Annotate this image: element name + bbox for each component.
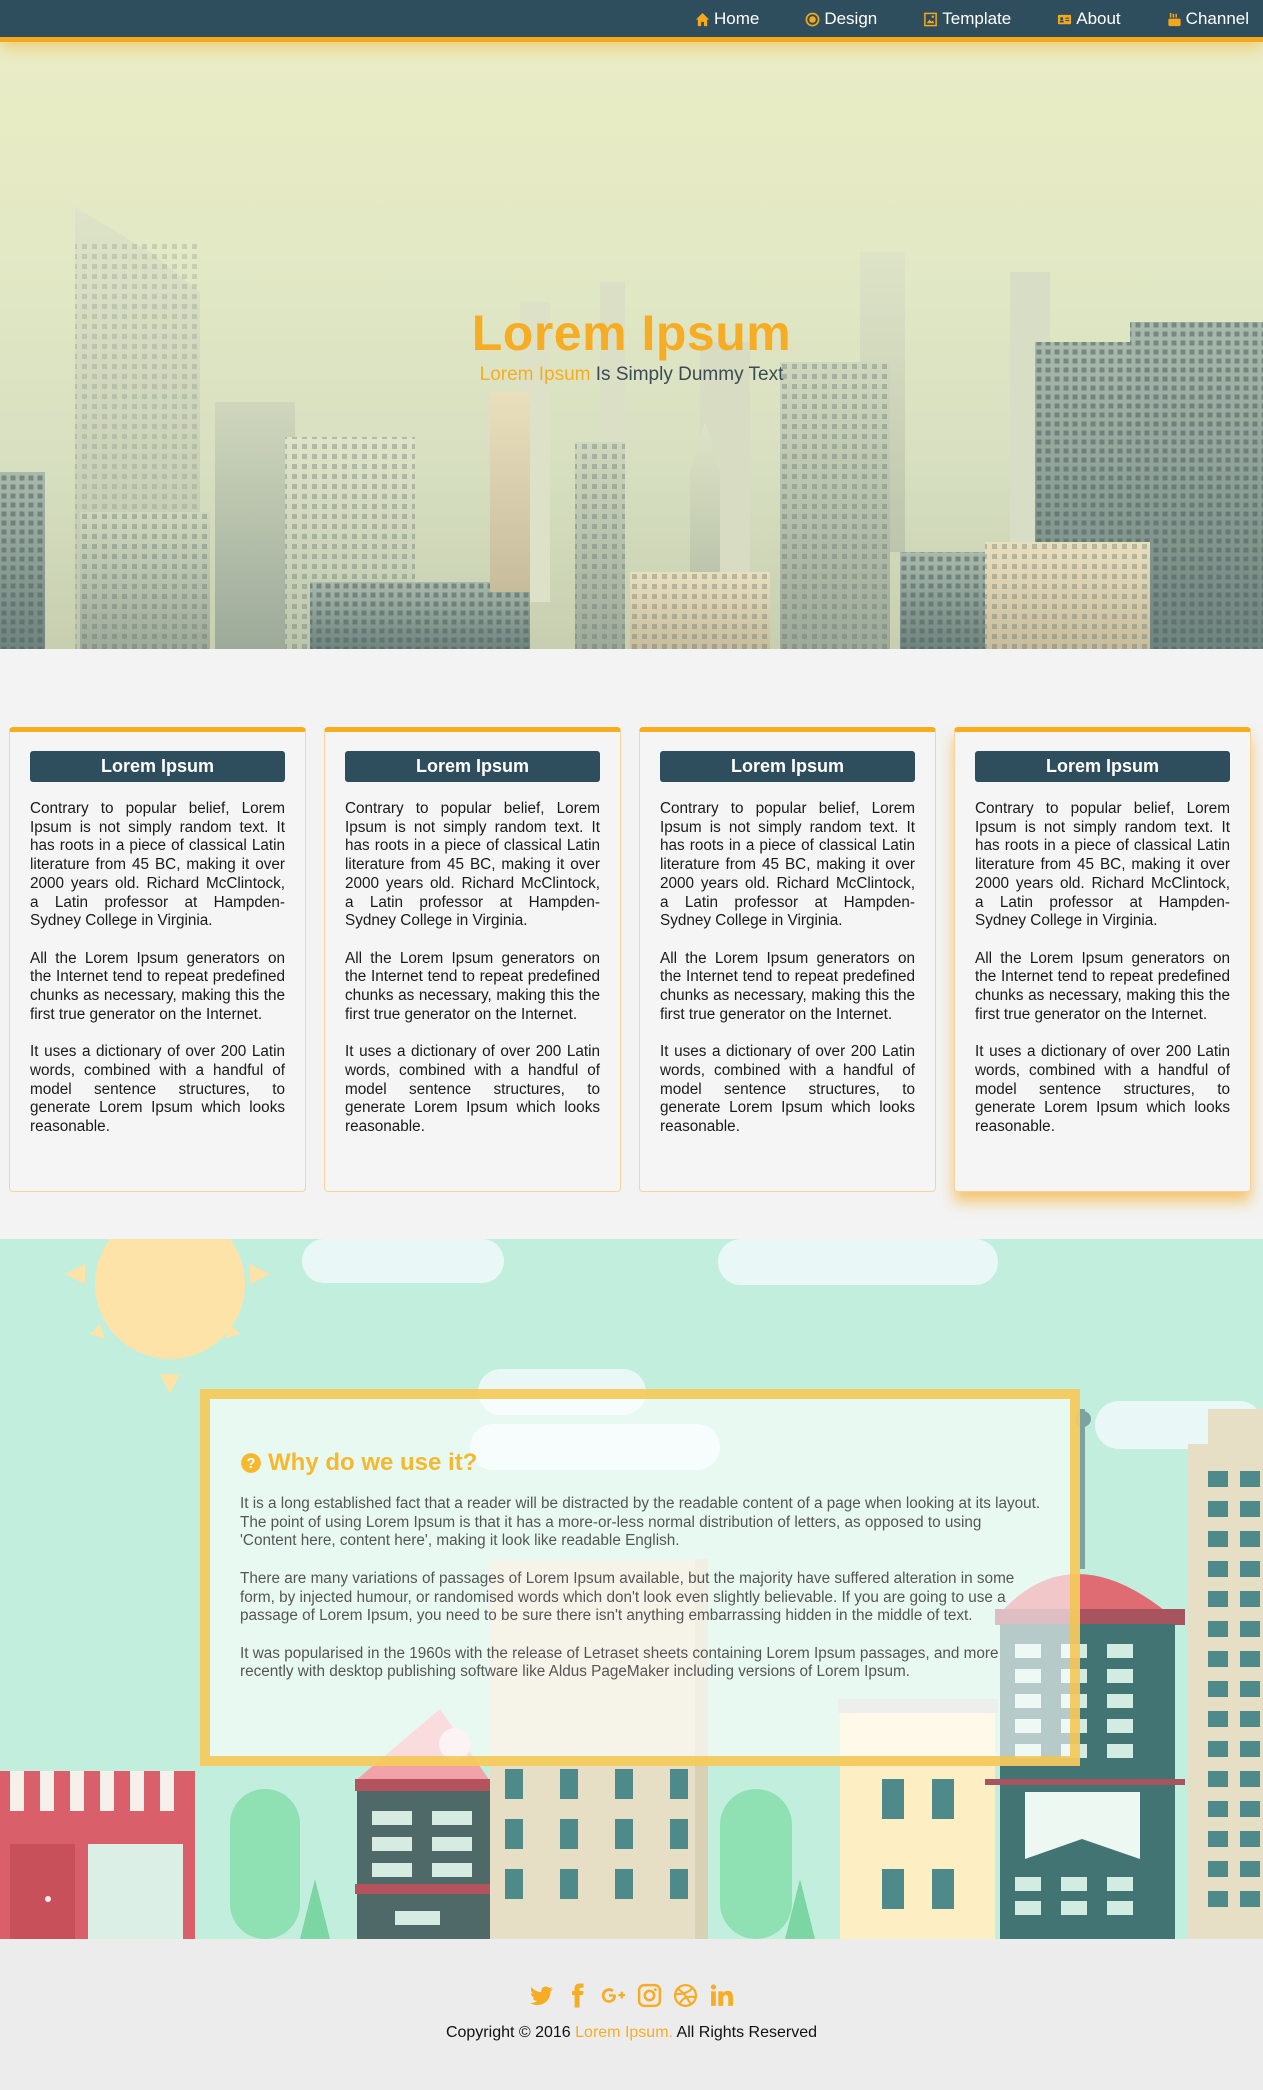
instagram-link[interactable] <box>632 1983 668 2008</box>
instagram-icon <box>637 1983 662 2008</box>
hero-banner: Lorem Ipsum Lorem Ipsum Is Simply Dummy … <box>0 42 1263 649</box>
facebook-icon <box>572 1983 584 2008</box>
copyright-prefix: Copyright © 2016 <box>445 2024 576 2041</box>
linkedin-icon <box>710 1984 733 2006</box>
top-navbar: Home Design Template About Channel <box>0 0 1263 42</box>
nav-item-label: Design <box>824 9 878 28</box>
card-paragraph: It uses a dictionary of over 200 Latin w… <box>660 1043 915 1135</box>
dribbble-icon <box>673 1983 698 2008</box>
nav-item-home[interactable]: Home <box>695 9 759 29</box>
dribbble-link[interactable] <box>668 1983 704 2008</box>
info-card: Lorem Ipsum Contrary to popular belief, … <box>324 727 621 1192</box>
copyright: Copyright © 2016 Lorem Ipsum. All Rights… <box>0 2024 1263 2042</box>
why-paragraph: It was popularised in the 1960s with the… <box>240 1644 999 1681</box>
info-card: Lorem Ipsum Contrary to popular belief, … <box>639 727 936 1192</box>
twitter-link[interactable] <box>524 1983 560 2008</box>
info-card: Lorem Ipsum Contrary to popular belief, … <box>9 727 306 1192</box>
nav-item-template[interactable]: Template <box>923 9 1011 29</box>
nav-item-design[interactable]: Design <box>805 9 877 29</box>
why-use-it-box: ? Why do we use it? It is a long establi… <box>200 1389 1080 1766</box>
nav-item-label: Home <box>713 9 760 28</box>
info-card-highlighted: Lorem Ipsum Contrary to popular belief, … <box>954 727 1251 1192</box>
social-links <box>0 1983 1263 2008</box>
card-paragraph: All the Lorem Ipsum generators on the In… <box>345 949 600 1023</box>
footer: Copyright © 2016 Lorem Ipsum. All Rights… <box>0 1939 1263 2090</box>
card-paragraph: All the Lorem Ipsum generators on the In… <box>30 949 285 1023</box>
youtube-icon <box>1168 12 1181 26</box>
google-plus-link[interactable] <box>596 1983 632 2008</box>
card-paragraph: It uses a dictionary of over 200 Latin w… <box>345 1043 600 1135</box>
nav-item-label: Channel <box>1185 9 1249 28</box>
sun-icon <box>65 1239 270 1394</box>
card-paragraph: It uses a dictionary of over 200 Latin w… <box>975 1043 1230 1135</box>
linkedin-link[interactable] <box>704 1983 740 2008</box>
why-title: ? Why do we use it? <box>240 1449 1042 1477</box>
copyright-brand-link[interactable]: Lorem Ipsum. <box>575 2024 673 2041</box>
card-title: Lorem Ipsum <box>30 751 285 782</box>
card-title: Lorem Ipsum <box>345 751 600 782</box>
hero-text: Lorem Ipsum Lorem Ipsum Is Simply Dummy … <box>0 304 1263 386</box>
card-paragraph: Contrary to popular belief, Lorem Ipsum … <box>345 800 600 930</box>
twitter-icon <box>530 1986 553 2006</box>
card-paragraph: All the Lorem Ipsum generators on the In… <box>660 949 915 1023</box>
picture-icon <box>924 12 938 26</box>
nav-menu: Home Design Template About Channel <box>649 0 1249 38</box>
google-plus-icon <box>601 1988 626 2003</box>
question-circle-icon: ? <box>241 1453 261 1473</box>
card-paragraph: Contrary to popular belief, Lorem Ipsum … <box>660 800 915 930</box>
nav-item-label: Template <box>942 9 1012 28</box>
svg-text:?: ? <box>247 1456 256 1472</box>
nav-item-channel[interactable]: Channel <box>1167 9 1249 29</box>
record-icon <box>805 12 820 26</box>
hero-subtitle-rest: Is Simply Dummy Text <box>590 364 784 385</box>
card-paragraph: It uses a dictionary of over 200 Latin w… <box>30 1043 285 1135</box>
card-title: Lorem Ipsum <box>975 751 1230 782</box>
id-card-icon <box>1058 14 1072 24</box>
why-title-text: Why do we use it? <box>268 1449 478 1476</box>
city-illustration-section: ? Why do we use it? It is a long establi… <box>0 1239 1263 1939</box>
facebook-link[interactable] <box>560 1983 596 2008</box>
hero-title: Lorem Ipsum <box>471 305 792 361</box>
card-title: Lorem Ipsum <box>660 751 915 782</box>
why-paragraph: It is a long established fact that a rea… <box>240 1495 1041 1550</box>
copyright-suffix: All Rights Reserved <box>672 2024 818 2041</box>
card-paragraph: All the Lorem Ipsum generators on the In… <box>975 949 1230 1023</box>
nav-item-label: About <box>1076 9 1121 28</box>
nav-item-about[interactable]: About <box>1057 9 1121 29</box>
why-paragraph: There are many variations of passages of… <box>240 1569 1015 1625</box>
hero-subtitle: Lorem Ipsum Is Simply Dummy Text <box>0 364 1263 386</box>
card-paragraph: Contrary to popular belief, Lorem Ipsum … <box>975 800 1230 930</box>
hero-subtitle-accent: Lorem Ipsum <box>479 364 591 385</box>
card-paragraph: Contrary to popular belief, Lorem Ipsum … <box>30 800 285 930</box>
home-icon <box>695 12 710 26</box>
